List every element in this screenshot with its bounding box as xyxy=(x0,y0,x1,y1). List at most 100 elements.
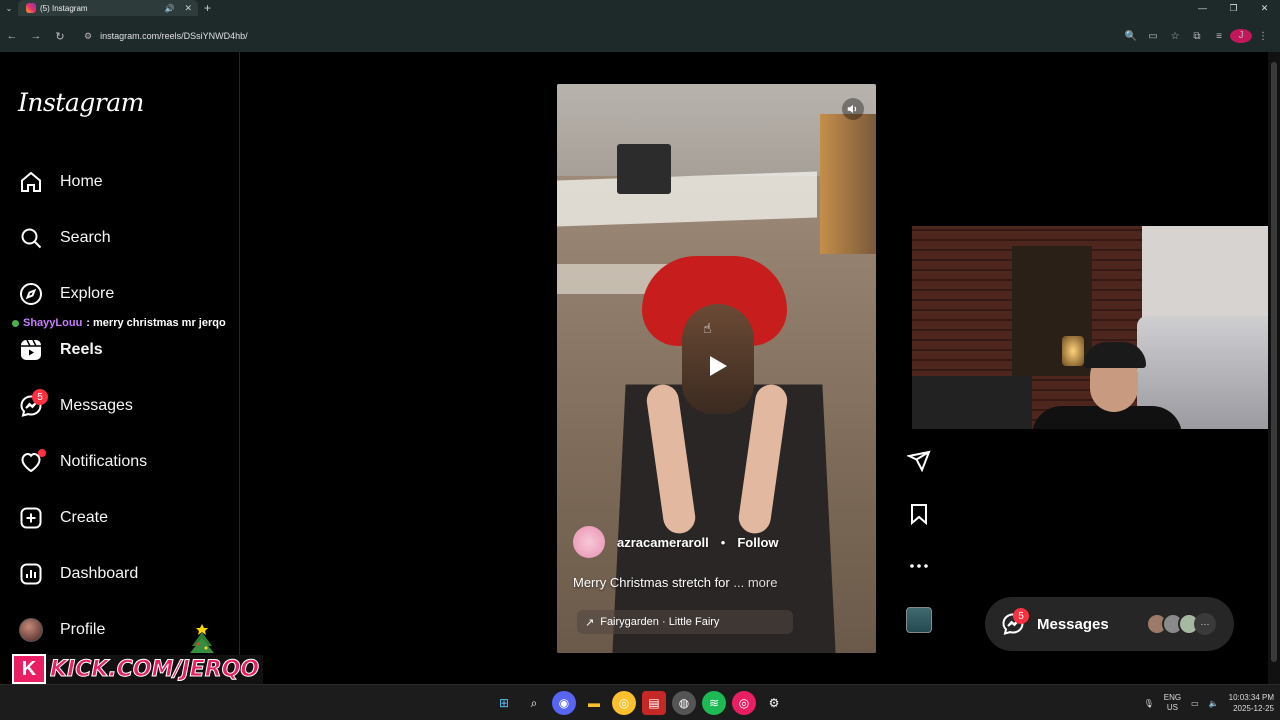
back-icon[interactable]: ← xyxy=(0,26,24,46)
share-icon[interactable] xyxy=(904,446,934,476)
media-icon[interactable]: ≡ xyxy=(1208,31,1230,42)
menu-icon[interactable]: ⋮ xyxy=(1252,31,1274,42)
tab-audio-icon[interactable]: 🔊 xyxy=(164,4,174,13)
new-tab-button[interactable]: + xyxy=(204,1,211,15)
caption-more-link[interactable]: ... more xyxy=(733,575,777,590)
follow-button[interactable]: Follow xyxy=(737,535,778,550)
sidebar-item-explore[interactable]: Explore xyxy=(18,279,114,309)
sidebar-item-label: Messages xyxy=(60,397,133,414)
kick-stream-banner: K KICK.COM/JERQO xyxy=(12,650,264,688)
sidebar-item-dashboard[interactable]: Dashboard xyxy=(18,559,138,589)
message-avatars: ··· xyxy=(1146,613,1216,635)
toolbar-actions: 🔍 ▭ ☆ ⧉ ≡ J ⋮ xyxy=(1120,26,1274,46)
reel-video[interactable]: ☝ azracameraroll • Follow Merry Christma… xyxy=(557,84,876,653)
kick-logo: K xyxy=(12,654,46,684)
sidebar-item-create[interactable]: Create xyxy=(18,503,108,533)
play-icon[interactable] xyxy=(705,354,729,378)
reel-author-row: azracameraroll • Follow xyxy=(573,526,779,558)
windows-taskbar: ⊞ ⌕ ◉ ▬ ◎ ▤ ◍ ≋ ◎ ⚙ 🎙 ENG US ▭ 🔈 10:03:3… xyxy=(0,684,1280,720)
windows-start-icon[interactable]: ⊞ xyxy=(492,691,516,715)
site-info-icon[interactable]: ⚙ xyxy=(84,31,92,42)
sidebar-item-profile[interactable]: Profile xyxy=(18,615,105,645)
system-clock[interactable]: 10:03:34 PM 2025-12-25 xyxy=(1229,692,1274,714)
streamer-webcam xyxy=(912,226,1268,429)
url-text[interactable]: instagram.com/reels/DSsiYNWD4hb/ xyxy=(100,31,248,41)
sidebar-item-home[interactable]: Home xyxy=(18,167,103,197)
instagram-logo[interactable]: Instagram xyxy=(18,88,144,117)
more-contacts-icon: ··· xyxy=(1194,613,1216,635)
stream-chat-message: ShayyLouu : merry christmas mr jerqo xyxy=(12,317,226,329)
compass-icon xyxy=(18,281,44,307)
taskbar-search-icon[interactable]: ⌕ xyxy=(522,691,546,715)
messages-floating-button[interactable]: 5 Messages ··· xyxy=(985,597,1234,651)
arrow-up-right-icon: ↗ xyxy=(585,616,595,629)
network-icon[interactable]: ▭ xyxy=(1191,699,1199,708)
sidebar-item-notifications[interactable]: Notifications xyxy=(18,447,147,477)
author-username[interactable]: azracameraroll xyxy=(617,535,709,550)
plus-square-icon xyxy=(18,505,44,531)
chart-icon xyxy=(18,561,44,587)
app-icon[interactable]: ▤ xyxy=(642,691,666,715)
volume-icon[interactable] xyxy=(842,98,864,120)
page-scrollbar[interactable] xyxy=(1268,52,1280,684)
browser-window: ⌄ (5) Instagram 🔊 ✕ + — ❐ ✕ ← → ↻ ⚙ inst… xyxy=(0,0,1280,720)
chrome-icon[interactable]: ◎ xyxy=(612,691,636,715)
zoom-icon[interactable]: 🔍 xyxy=(1120,31,1142,42)
file-explorer-icon[interactable]: ▬ xyxy=(582,691,606,715)
tab-strip: ⌄ (5) Instagram 🔊 ✕ + — ❐ ✕ xyxy=(0,0,1280,16)
language-indicator[interactable]: ENG US xyxy=(1164,693,1181,713)
save-icon[interactable] xyxy=(904,499,934,529)
bookmark-star-icon[interactable]: ☆ xyxy=(1164,31,1186,42)
sidebar-item-label: Create xyxy=(60,509,109,526)
kick-url-text: KICK.COM/JERQO xyxy=(46,654,264,684)
speaker-icon[interactable]: 🔈 xyxy=(1209,699,1219,708)
extensions-icon[interactable]: ⧉ xyxy=(1186,31,1208,42)
taskbar-apps: ⊞ ⌕ ◉ ▬ ◎ ▤ ◍ ≋ ◎ ⚙ xyxy=(492,691,786,715)
author-avatar[interactable] xyxy=(573,526,605,558)
sidebar-item-search[interactable]: Search xyxy=(18,223,111,253)
maximize-icon[interactable]: ❐ xyxy=(1218,0,1249,16)
reload-icon[interactable]: ↻ xyxy=(48,26,72,46)
spotify-icon[interactable]: ≋ xyxy=(702,691,726,715)
cast-icon[interactable]: ▭ xyxy=(1142,31,1164,42)
tab-close-icon[interactable]: ✕ xyxy=(184,3,192,14)
sidebar-item-messages[interactable]: 5 Messages xyxy=(18,389,133,421)
language-code: ENG xyxy=(1163,693,1182,702)
reel-caption: Merry Christmas stretch for ... more xyxy=(573,575,777,590)
chat-text: : merry christmas mr jerqo xyxy=(86,317,226,329)
home-icon xyxy=(18,169,44,195)
close-window-icon[interactable]: ✕ xyxy=(1249,0,1280,16)
region-code: US xyxy=(1166,703,1178,712)
obs-icon[interactable]: ◍ xyxy=(672,691,696,715)
tab-search-chevron-icon[interactable]: ⌄ xyxy=(0,0,18,16)
profile-icon[interactable]: J xyxy=(1230,29,1252,43)
system-tray: 🎙 ENG US ▭ 🔈 10:03:34 PM 2025-12-25 xyxy=(1144,689,1274,717)
minimize-icon[interactable]: — xyxy=(1187,0,1218,16)
forward-icon[interactable]: → xyxy=(24,26,48,46)
hand-cursor-icon: ☝ xyxy=(703,320,712,336)
caption-text: Merry Christmas stretch for xyxy=(573,575,730,590)
notification-dot xyxy=(38,449,46,457)
tab-instagram[interactable]: (5) Instagram 🔊 ✕ xyxy=(18,0,198,16)
discord-icon[interactable]: ◉ xyxy=(552,691,576,715)
messages-pill-label: Messages xyxy=(1037,615,1109,633)
clock-time: 10:03:34 PM xyxy=(1228,693,1274,702)
instagram-favicon-icon xyxy=(26,3,36,13)
sidebar-item-label: Reels xyxy=(60,341,103,358)
chrome-profile-icon[interactable]: ◎ xyxy=(732,691,756,715)
sidebar-item-label: Dashboard xyxy=(60,565,139,582)
microphone-icon[interactable]: 🎙 xyxy=(1144,699,1154,708)
chat-username: ShayyLouu xyxy=(23,317,83,329)
reel-audio-link[interactable]: ↗ Fairygarden · Little Fairy xyxy=(577,610,793,634)
more-options-icon[interactable] xyxy=(904,551,934,581)
address-bar[interactable]: ⚙ instagram.com/reels/DSsiYNWD4hb/ xyxy=(76,26,1128,46)
audio-thumbnail[interactable] xyxy=(906,607,932,633)
messages-pill-badge: 5 xyxy=(1013,608,1029,624)
messages-badge: 5 xyxy=(32,389,48,405)
settings-icon[interactable]: ⚙ xyxy=(762,691,786,715)
sidebar-item-reels[interactable]: Reels xyxy=(18,335,103,365)
separator-dot: • xyxy=(720,534,726,550)
audio-title: Fairygarden · Little Fairy xyxy=(600,616,720,628)
sidebar-item-label: Profile xyxy=(60,621,106,638)
chat-status-dot xyxy=(12,319,19,327)
